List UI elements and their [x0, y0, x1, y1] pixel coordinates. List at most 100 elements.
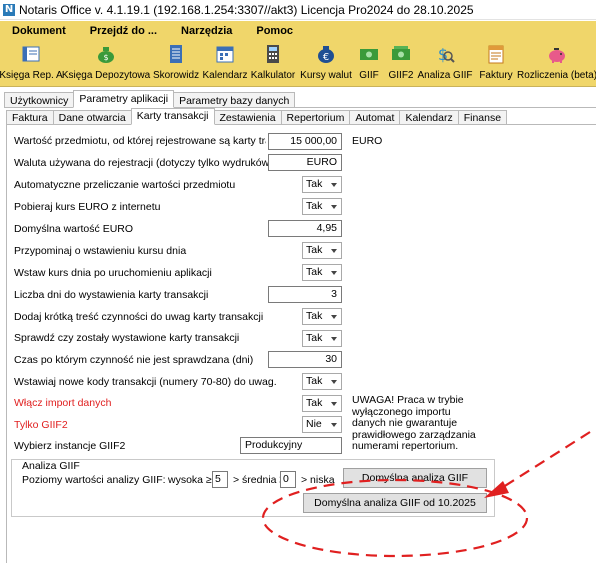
chevron-down-icon: [331, 315, 337, 319]
toolbar-analiza-giif-button[interactable]: $ Analiza GIIF: [417, 42, 473, 85]
toolbar-faktury-button[interactable]: Faktury: [476, 42, 516, 85]
outer-tabs: Użytkownicy Parametry aplikacji Parametr…: [4, 90, 296, 108]
insert-rate-label: Wstaw kurs dnia po uruchomieniu aplikacj…: [14, 267, 212, 279]
select-value: Tak: [306, 244, 323, 256]
inner-tabs: Faktura Dane otwarcia Karty transakcji Z…: [6, 108, 508, 125]
auto-convert-select[interactable]: Tak: [302, 176, 342, 193]
select-value: Tak: [306, 375, 323, 387]
check-label: Sprawdź czy zostały wystawione karty tra…: [14, 332, 240, 344]
mid-input[interactable]: 0: [280, 471, 296, 488]
toolbar-kalkulator-button[interactable]: Kalkulator: [251, 42, 295, 85]
toolbar-label: Kalendarz: [202, 70, 248, 81]
svg-text:€: €: [323, 52, 329, 63]
high-input[interactable]: 5: [212, 471, 228, 488]
tab-kalendarz[interactable]: Kalendarz: [399, 110, 459, 125]
toolbar-label: GIIF: [359, 70, 379, 81]
money-bag-icon: $: [95, 42, 117, 66]
codes-label: Wstawiaj nowe kody transakcji (numery 70…: [14, 376, 277, 388]
chevron-down-icon: [331, 423, 337, 427]
codes-select[interactable]: Tak: [302, 373, 342, 390]
days-input[interactable]: 3: [268, 286, 342, 303]
select-value: Tak: [306, 200, 323, 212]
remind-rate-label: Przypominaj o wstawieniu kursu dnia: [14, 245, 187, 257]
chevron-down-icon: [331, 271, 337, 275]
toolbar-kursy-walut-button[interactable]: € Kursy walut: [300, 42, 352, 85]
money2-icon: [390, 42, 412, 66]
select-value: Tak: [306, 397, 323, 409]
toolbar-label: Rozliczenia (beta): [516, 70, 596, 81]
toolbar-rozliczenia-button[interactable]: Rozliczenia (beta): [516, 42, 596, 85]
menu-bar: Dokument Przejdź do ... Narzędzia Pomoc: [0, 21, 596, 40]
tab-dane-otwarcia[interactable]: Dane otwarcia: [52, 110, 132, 125]
tab-finanse[interactable]: Finanse: [457, 110, 508, 125]
default-euro-label: Domyślna wartość EURO: [14, 223, 134, 235]
tab-parametry-aplikacji[interactable]: Parametry aplikacji: [73, 90, 175, 108]
select-value: Tak: [306, 266, 323, 278]
tab-automat[interactable]: Automat: [349, 110, 401, 125]
tab-parametry-bazy-danych[interactable]: Parametry bazy danych: [173, 92, 296, 108]
toolbar-skorowidz-button[interactable]: Skorowidz: [153, 42, 199, 85]
currency-input[interactable]: EURO: [268, 154, 342, 171]
chevron-down-icon: [331, 337, 337, 341]
mid-label: > średnia ≥: [233, 474, 286, 486]
time-input[interactable]: 30: [268, 351, 342, 368]
fetch-rate-label: Pobieraj kurs EURO z internetu: [14, 201, 161, 213]
instances-input[interactable]: Produkcyjny: [240, 437, 342, 454]
menu-narzedzia[interactable]: Narzędzia: [169, 25, 244, 37]
toolbar-label: Księga Rep. A: [0, 70, 63, 81]
tab-zestawienia[interactable]: Zestawienia: [213, 110, 282, 125]
toolbar-label: Skorowidz: [152, 70, 200, 81]
default-analysis-2025-button[interactable]: Domyślna analiza GIIF od 10.2025: [303, 493, 487, 513]
app-icon: N: [3, 3, 15, 16]
high-label: wysoka ≥: [168, 474, 212, 486]
toolbar-label: Księga Depozytowa: [61, 70, 151, 81]
chevron-down-icon: [331, 380, 337, 384]
default-euro-input[interactable]: 4,95: [268, 220, 342, 237]
menu-dokument[interactable]: Dokument: [0, 25, 78, 37]
menu-przejdz-do[interactable]: Przejdź do ...: [78, 25, 169, 37]
levels-label: Poziomy wartości analizy GIIF:: [22, 474, 166, 486]
tab-faktura[interactable]: Faktura: [6, 110, 54, 125]
toolbar-label: GIIF2: [388, 70, 414, 81]
toolbar-label: Analiza GIIF: [417, 70, 473, 81]
time-label: Czas po którym czynność nie jest sprawdz…: [14, 354, 254, 366]
chevron-down-icon: [331, 402, 337, 406]
check-select[interactable]: Tak: [302, 330, 342, 347]
svg-text:$: $: [438, 45, 448, 64]
tab-repertorium[interactable]: Repertorium: [280, 110, 351, 125]
giif2-only-select[interactable]: Nie: [302, 416, 342, 433]
menu-pomoc[interactable]: Pomoc: [244, 25, 305, 37]
toolbar: Księga Rep. A $ Księga Depozytowa Skorow…: [0, 40, 596, 87]
select-value: Tak: [306, 178, 323, 190]
instances-label: Wybierz instancje GIIF2: [14, 440, 126, 452]
invoice-icon: [485, 42, 507, 66]
threshold-input[interactable]: 15 000,00: [268, 133, 342, 150]
chevron-down-icon: [331, 249, 337, 253]
import-label: Włącz import danych: [14, 397, 112, 409]
chevron-down-icon: [331, 205, 337, 209]
analysis-icon: $: [434, 42, 456, 66]
default-analysis-button[interactable]: Domyślna analiza GIIF: [343, 468, 487, 488]
index-icon: [165, 42, 187, 66]
import-select[interactable]: Tak: [302, 395, 342, 412]
title-bar: N Notaris Office v. 4.1.19.1 (192.168.1.…: [0, 0, 596, 20]
currency-label: Waluta używana do rejestracji (dotyczy t…: [14, 157, 273, 169]
fetch-rate-select[interactable]: Tak: [302, 198, 342, 215]
remind-rate-select[interactable]: Tak: [302, 242, 342, 259]
calculator-icon: [262, 42, 284, 66]
insert-rate-select[interactable]: Tak: [302, 264, 342, 281]
toolbar-ksiega-rep-a-button[interactable]: Księga Rep. A: [0, 42, 63, 85]
window-title: Notaris Office v. 4.1.19.1 (192.168.1.25…: [19, 2, 474, 17]
toolbar-ksiega-depozytowa-button[interactable]: $ Księga Depozytowa: [61, 42, 151, 85]
add-content-select[interactable]: Tak: [302, 308, 342, 325]
toolbar-giif2-button[interactable]: GIIF2: [386, 42, 416, 85]
toolbar-giif-button[interactable]: GIIF: [356, 42, 382, 85]
money-icon: [358, 42, 380, 66]
select-value: Nie: [306, 418, 322, 430]
add-content-label: Dodaj krótką treść czynności do uwag kar…: [14, 311, 264, 323]
tab-karty-transakcji[interactable]: Karty transakcji: [130, 108, 215, 125]
book-icon: [20, 42, 42, 66]
euro-icon: €: [315, 42, 337, 66]
tab-uzytkownicy[interactable]: Użytkownicy: [4, 92, 75, 108]
toolbar-kalendarz-button[interactable]: Kalendarz: [202, 42, 248, 85]
